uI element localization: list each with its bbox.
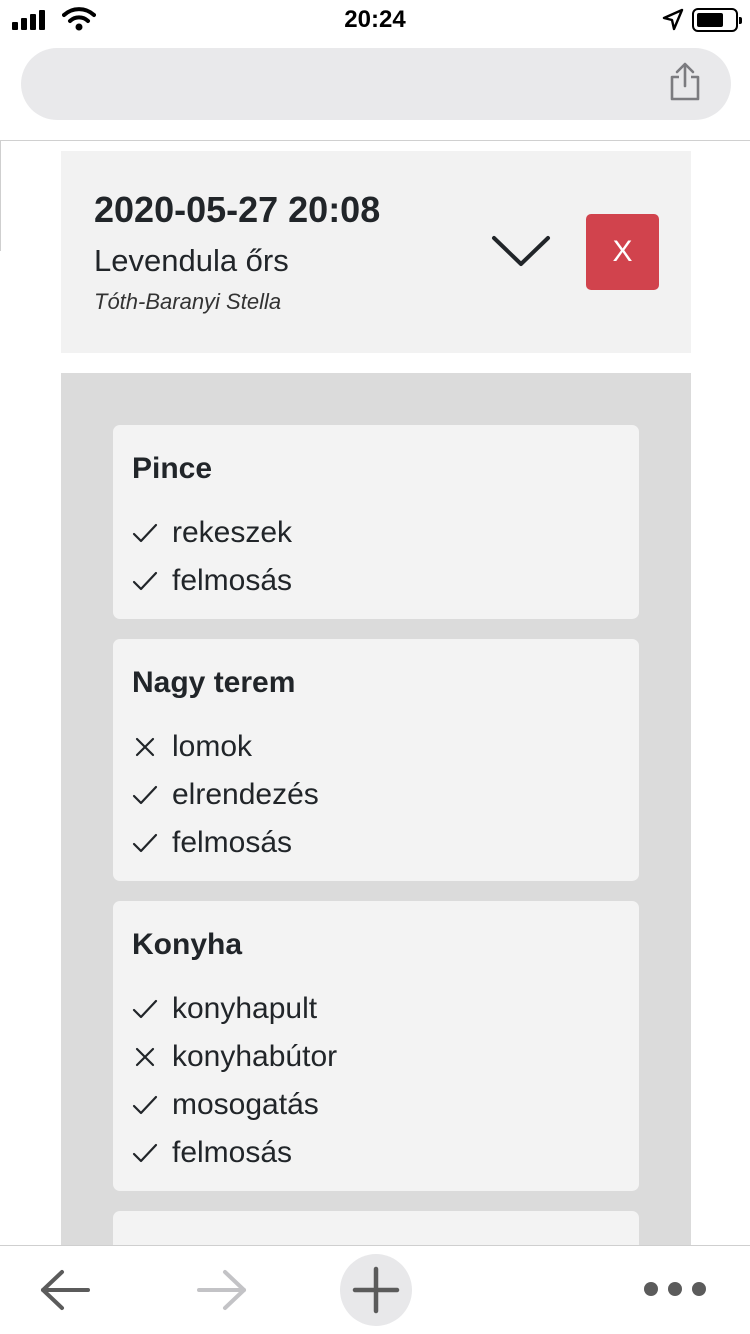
room-title: Pince	[132, 452, 213, 485]
task-item: felmosás	[132, 557, 620, 605]
page-edge	[0, 141, 1, 251]
delete-button[interactable]: X	[586, 214, 659, 290]
task-item: konyhabútor	[132, 1033, 620, 1081]
event-datetime: 2020-05-27 20:08	[94, 189, 381, 230]
event-place: Levendula őrs	[94, 243, 289, 278]
task-label: felmosás	[172, 1136, 293, 1169]
check-icon	[132, 566, 172, 596]
task-label: lomok	[172, 730, 253, 763]
cross-icon	[132, 1042, 172, 1072]
arrow-right-icon[interactable]	[194, 1268, 250, 1312]
location-arrow-icon	[662, 8, 684, 31]
event-header-card: 2020-05-27 20:08 Levendula őrs Tóth-Bara…	[61, 151, 691, 353]
task-item: mosogatás	[132, 1081, 620, 1129]
task-item: elrendezés	[132, 771, 620, 819]
room-card: Nagy terem lomok elrendezés felmosás	[113, 639, 639, 881]
battery-icon	[692, 8, 742, 32]
check-icon	[132, 828, 172, 858]
task-label: elrendezés	[172, 778, 319, 811]
room-list: Pince rekeszek felmosás Nagy terem lomok elre…	[113, 425, 639, 1329]
cross-icon	[132, 732, 172, 762]
task-item: lomok	[132, 723, 620, 771]
task-label: mosogatás	[172, 1088, 319, 1121]
check-icon	[132, 780, 172, 810]
check-icon	[132, 994, 172, 1024]
browser-bottom-bar	[0, 1245, 750, 1334]
status-bar: 20:24	[0, 0, 750, 40]
task-label: rekeszek	[172, 516, 293, 549]
task-label: konyhapult	[172, 992, 318, 1025]
task-item: felmosás	[132, 819, 620, 867]
toolbar-divider	[0, 140, 750, 141]
status-time: 20:24	[344, 6, 406, 33]
arrow-left-icon[interactable]	[38, 1268, 94, 1312]
task-label: felmosás	[172, 826, 293, 859]
chevron-down-icon[interactable]	[491, 229, 551, 273]
room-card: Konyha konyhapult konyhabútor mosogatás felm…	[113, 901, 639, 1191]
check-icon	[132, 1090, 172, 1120]
task-item: rekeszek	[132, 509, 620, 557]
room-title: Konyha	[132, 928, 243, 961]
check-icon	[132, 1138, 172, 1168]
check-icon	[132, 518, 172, 548]
address-bar[interactable]	[21, 48, 731, 120]
task-item: konyhapult	[132, 985, 620, 1033]
room-card: Pince rekeszek felmosás	[113, 425, 639, 619]
task-label: konyhabútor	[172, 1040, 338, 1073]
room-title: Nagy terem	[132, 666, 296, 699]
rooms-panel: Pince rekeszek felmosás Nagy terem lomok elre…	[61, 373, 691, 1309]
task-label: felmosás	[172, 564, 293, 597]
share-icon[interactable]	[668, 62, 702, 102]
plus-icon	[352, 1266, 400, 1314]
event-person: Tóth-Baranyi Stella	[94, 289, 282, 314]
new-tab-button[interactable]	[340, 1254, 412, 1326]
more-dots-icon[interactable]	[644, 1282, 706, 1296]
task-item: felmosás	[132, 1129, 620, 1177]
